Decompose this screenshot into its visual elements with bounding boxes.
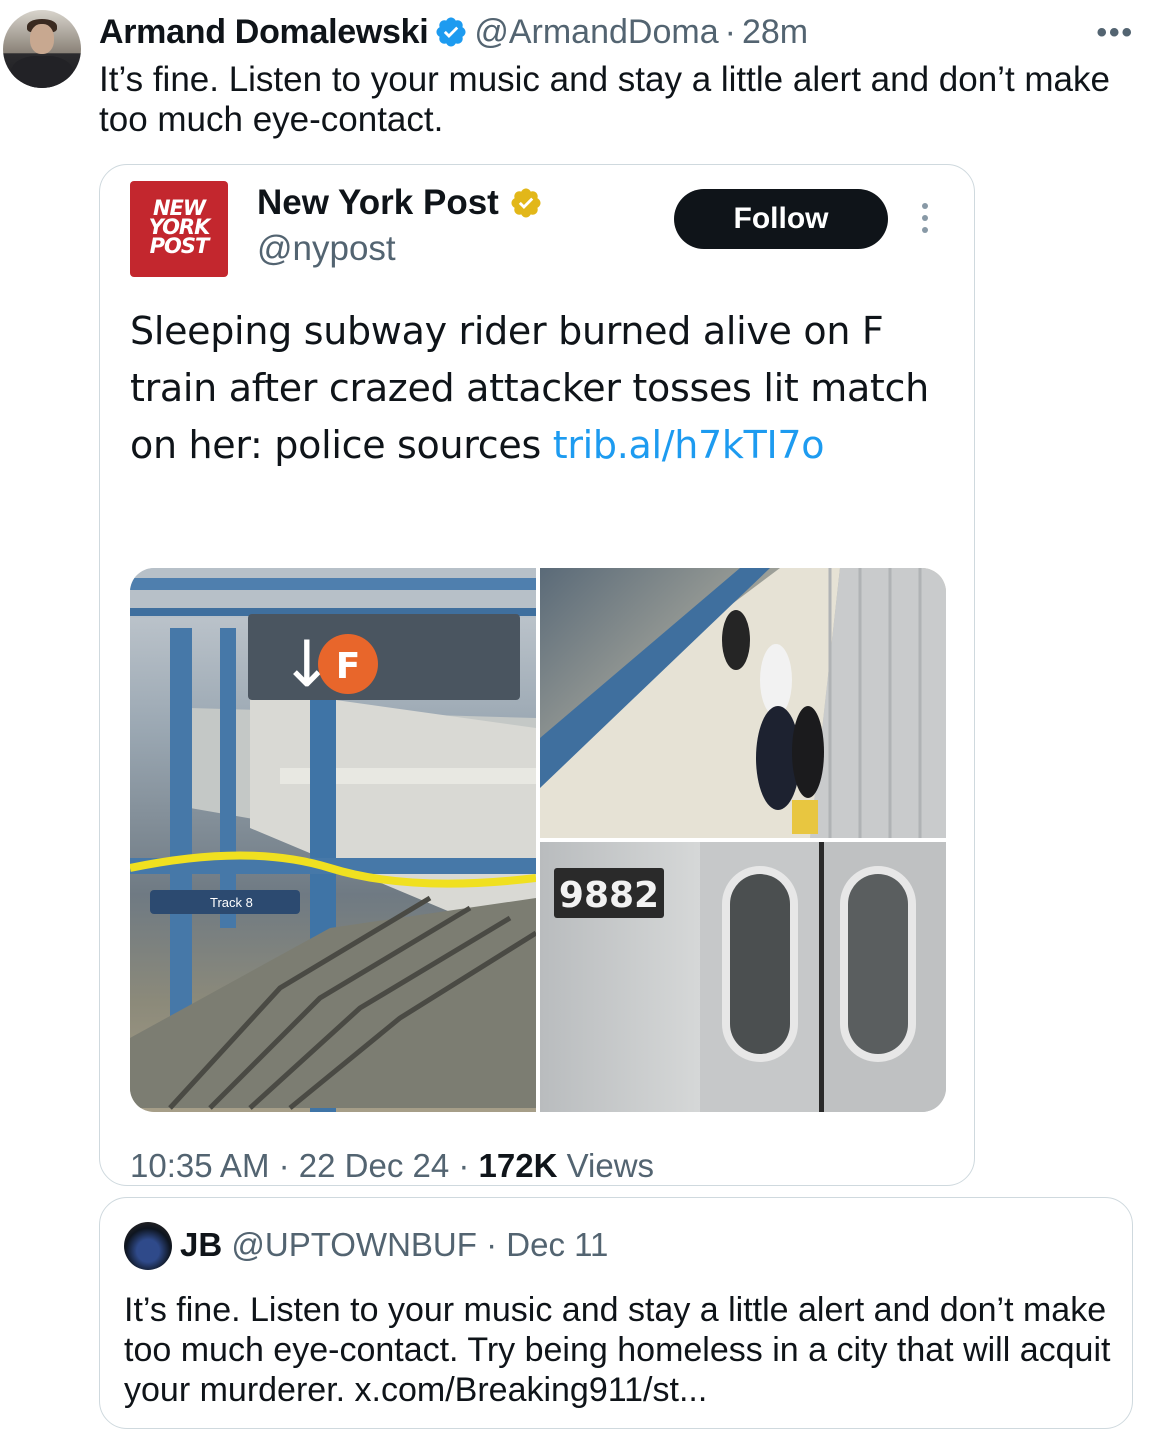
quote-date[interactable]: Dec 11 <box>506 1226 608 1263</box>
separator: · <box>724 12 736 51</box>
quote-avatar[interactable] <box>124 1222 172 1270</box>
platform-illustration <box>540 568 946 838</box>
views-label: Views <box>557 1147 655 1184</box>
nypost-logo[interactable]: NEW YORK POST <box>130 181 228 277</box>
embed-tweet-text: Sleeping subway rider burned alive on F … <box>130 309 929 467</box>
vertical-more-icon[interactable] <box>922 203 930 239</box>
more-options-icon[interactable]: ••• <box>1096 18 1134 48</box>
subway-station-illustration: ↓ F Track 8 <box>130 568 536 1112</box>
embed-time[interactable]: 10:35 AM <box>130 1147 269 1184</box>
separator: · <box>486 1226 498 1263</box>
quote-text: It’s fine. Listen to your music and stay… <box>124 1291 1111 1409</box>
views-count: 172K <box>478 1147 558 1184</box>
verified-badge-icon <box>436 17 466 47</box>
embedded-tweet-card[interactable]: NEW YORK POST New York Post @nypost Foll… <box>99 164 975 1186</box>
embed-author-handle[interactable]: @nypost <box>257 229 396 269</box>
tweet-text: It’s fine. Listen to your music and stay… <box>99 60 1110 139</box>
svg-text:F: F <box>336 646 361 687</box>
tweet-timestamp[interactable]: 28m <box>742 13 808 52</box>
embed-author-name[interactable]: New York Post <box>257 183 543 223</box>
svg-text:Track 8: Track 8 <box>210 895 253 910</box>
gold-verified-icon <box>511 188 541 218</box>
subway-station-photo[interactable]: ↓ F Track 8 <box>130 568 536 1112</box>
train-door-photo[interactable]: 9882 <box>540 842 946 1112</box>
author-name[interactable]: Armand Domalewski <box>99 13 429 52</box>
quote-author-name[interactable]: JB <box>180 1226 222 1263</box>
article-link[interactable]: trib.al/h7kTI7o <box>553 423 825 467</box>
author-handle[interactable]: @ArmandDoma <box>474 13 718 52</box>
embed-date[interactable]: 22 Dec 24 <box>299 1147 449 1184</box>
follow-button[interactable]: Follow <box>674 189 888 249</box>
svg-text:9882: 9882 <box>559 875 659 916</box>
train-door-illustration: 9882 <box>554 842 946 1112</box>
photo-grid: ↓ F Track 8 9882 <box>130 568 946 1112</box>
tweet-header: Armand Domalewski @ArmandDoma · 28m <box>99 12 808 52</box>
avatar[interactable] <box>3 10 81 88</box>
quote-author-handle[interactable]: @UPTOWNBUF <box>231 1226 477 1263</box>
crime-scene-photo[interactable] <box>540 568 946 838</box>
quote-header: JB @UPTOWNBUF · Dec 11 <box>180 1226 608 1264</box>
embed-footer: 10:35 AM · 22 Dec 24 · 172K Views <box>130 1147 655 1184</box>
quoted-tweet-card[interactable]: JB @UPTOWNBUF · Dec 11 It’s fine. Listen… <box>99 1197 1133 1429</box>
